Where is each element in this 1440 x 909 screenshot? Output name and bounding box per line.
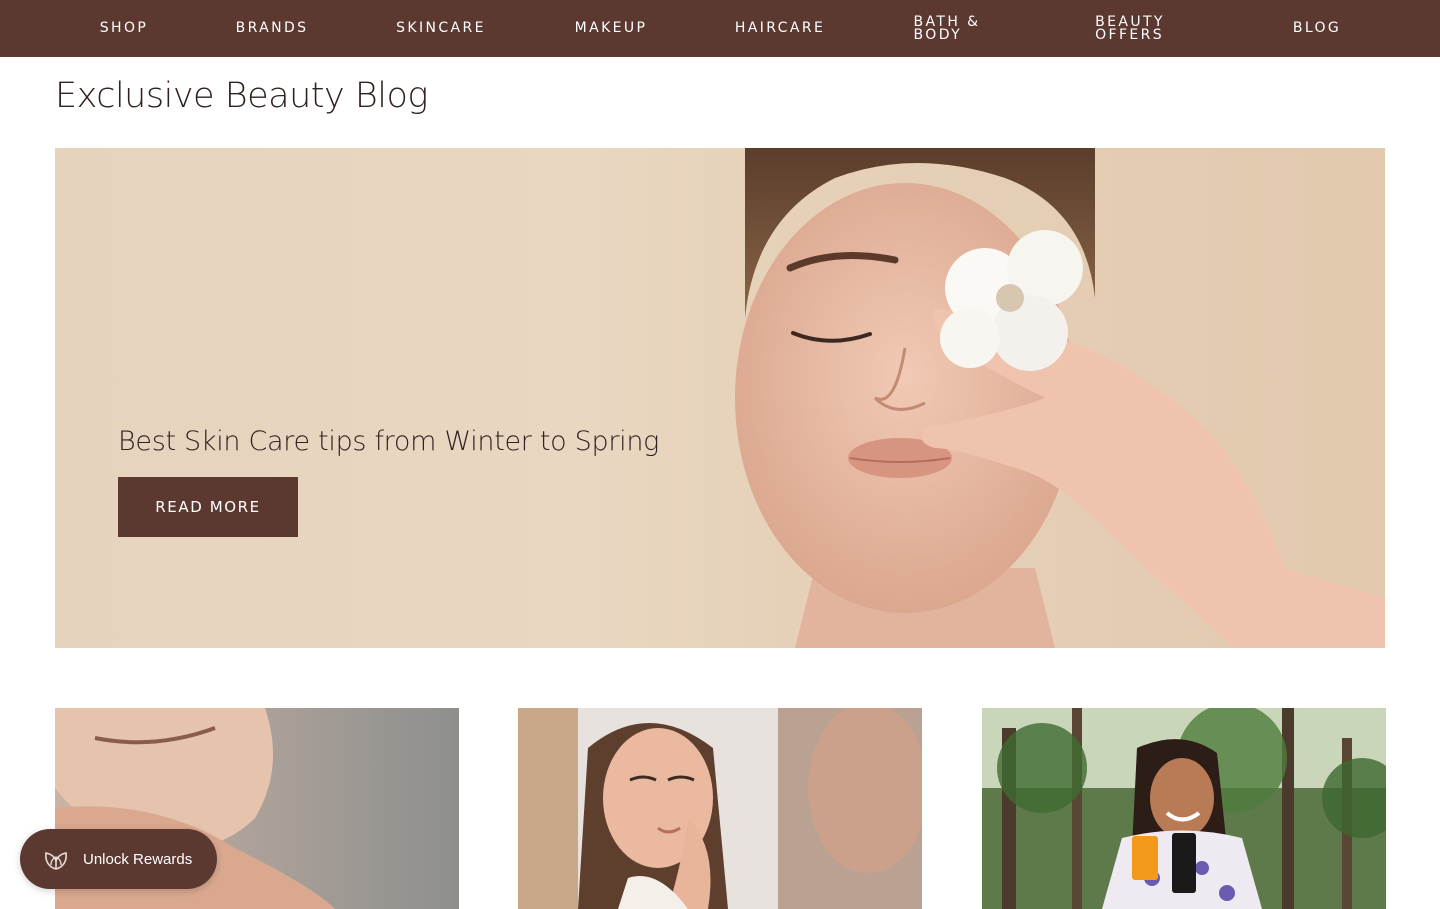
read-more-button[interactable]: READ MORE <box>118 477 298 537</box>
hero-headline: Best Skin Care tips from Winter to Sprin… <box>118 426 660 457</box>
nav-item-blog[interactable]: BLOG <box>1291 0 1343 57</box>
hero-image <box>735 148 1385 648</box>
unlock-rewards-label: Unlock Rewards <box>83 850 193 868</box>
main-navigation: SHOP BRANDS SKINCARE MAKEUP HAIRCARE BAT… <box>0 0 1440 57</box>
nav-item-beauty-offers[interactable]: BEAUTY OFFERS <box>1095 0 1165 57</box>
unlock-rewards-button[interactable]: Unlock Rewards <box>20 829 217 889</box>
nav-item-makeup[interactable]: MAKEUP <box>574 0 648 57</box>
nav-item-shop[interactable]: SHOP <box>98 0 150 57</box>
blog-card-image <box>982 708 1386 909</box>
blog-card-3[interactable] <box>982 708 1386 909</box>
blog-card-image <box>518 708 922 909</box>
blog-card-2[interactable] <box>518 708 922 909</box>
nav-item-bath-body[interactable]: BATH & BODY <box>912 0 982 57</box>
nav-item-brands[interactable]: BRANDS <box>236 0 308 57</box>
leaf-icon <box>42 845 70 873</box>
hero-banner[interactable]: Best Skin Care tips from Winter to Sprin… <box>55 148 1385 648</box>
nav-item-skincare[interactable]: SKINCARE <box>396 0 486 57</box>
nav-item-haircare[interactable]: HAIRCARE <box>735 0 825 57</box>
page-title: Exclusive Beauty Blog <box>55 76 428 116</box>
